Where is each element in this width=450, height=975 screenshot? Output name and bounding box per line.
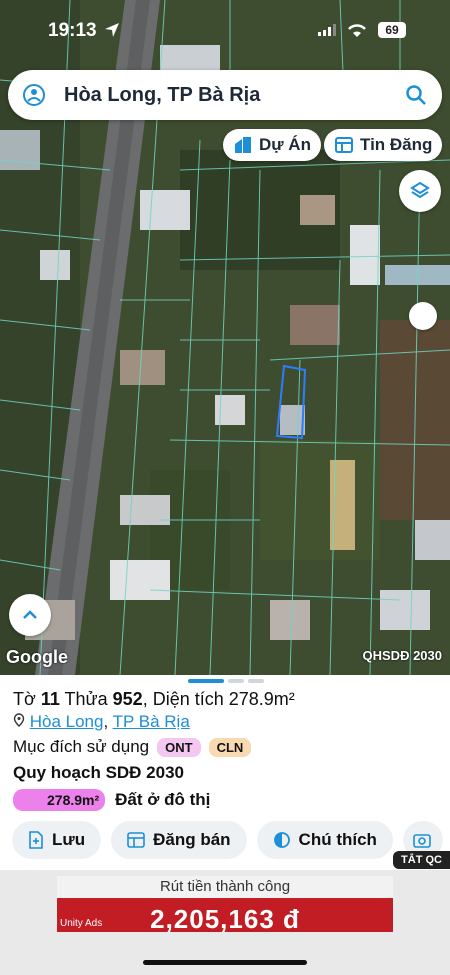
building-icon [235,137,251,153]
plan-row: 278.9m² Đất ở đô thị [13,789,210,811]
purpose-badge-cln: CLN [208,737,252,757]
projects-button[interactable]: Dự Án [223,129,321,161]
ad-headline: Rút tiền thành công [57,876,393,898]
status-time: 19:13 [48,20,97,41]
projects-label: Dự Án [259,135,311,154]
post-sale-button[interactable]: Đăng bán [111,821,247,859]
status-bar: 19:13 69 [0,0,450,60]
action-row: Lưu Đăng bán Chú thích [12,821,443,859]
land-purpose-row: Mục đích sử dụng ONT CLN [13,737,252,757]
location-arrow-icon [105,23,119,37]
page-indicator [188,679,264,683]
battery-indicator: 69 [378,22,406,38]
parcel-info-sheet[interactable]: Tờ 11 Thửa 952, Diện tích 278.9m² Hòa Lo… [0,675,450,870]
listing-icon [335,137,353,153]
plan-title: Quy hoạch SDĐ 2030 [13,763,185,782]
half-circle-icon [273,832,290,848]
add-photo-icon [413,834,431,848]
post-sale-label: Đăng bán [153,830,231,849]
plan-overlay-label: QHSDĐ 2030 [362,648,442,663]
google-attribution: Google [6,647,68,667]
ad-provider: Unity Ads [60,918,103,929]
layers-icon [410,181,430,199]
plan-description: Đất ở đô thị [115,790,211,809]
purpose-label: Mục đích sử dụng [13,737,150,756]
hide-ads-button[interactable]: TẮT QC [393,851,450,869]
city-link[interactable]: TP Bà Rịa [113,712,190,731]
page-dot [228,679,244,683]
signal-icon [318,24,336,36]
search-bar[interactable]: Hòa Long, TP Bà Rịa [8,70,442,120]
chevron-up-icon [23,610,37,619]
plan-area-badge: 278.9m² [13,789,106,811]
legend-label: Chú thích [298,830,377,849]
plot-label: Thửa [64,689,108,709]
page-dot-active [188,679,224,683]
purpose-badge-ont: ONT [157,737,201,757]
save-icon [29,831,43,849]
listing-icon [127,832,145,848]
parcel-location: Hòa Long, TP Bà Rịa [13,712,190,732]
parcel-heading: Tờ 11 Thửa 952, Diện tích 278.9m² [13,689,295,709]
page-dot [248,679,264,683]
listings-label: Tin Đăng [360,135,433,154]
listings-button[interactable]: Tin Đăng [324,129,443,161]
map-pin-icon [13,713,25,727]
ward-link[interactable]: Hòa Long [30,712,104,731]
search-icon[interactable] [404,83,428,107]
expand-up-button[interactable] [9,594,51,636]
home-indicator[interactable] [143,960,307,965]
parcel-area: Diện tích 278.9m² [152,689,295,709]
wifi-icon [348,24,366,37]
layers-button[interactable] [399,170,441,212]
save-button[interactable]: Lưu [12,821,102,859]
plot-number: 952 [112,689,143,709]
ad-amount: 2,205,163 đ [150,904,300,934]
sheet-number: 11 [40,689,60,709]
sheet-label: Tờ [13,689,36,709]
user-location-icon[interactable] [22,83,46,107]
map-handle[interactable] [409,302,437,330]
legend-button[interactable]: Chú thích [256,821,393,859]
save-label: Lưu [52,830,86,849]
search-query[interactable]: Hòa Long, TP Bà Rịa [64,84,260,107]
